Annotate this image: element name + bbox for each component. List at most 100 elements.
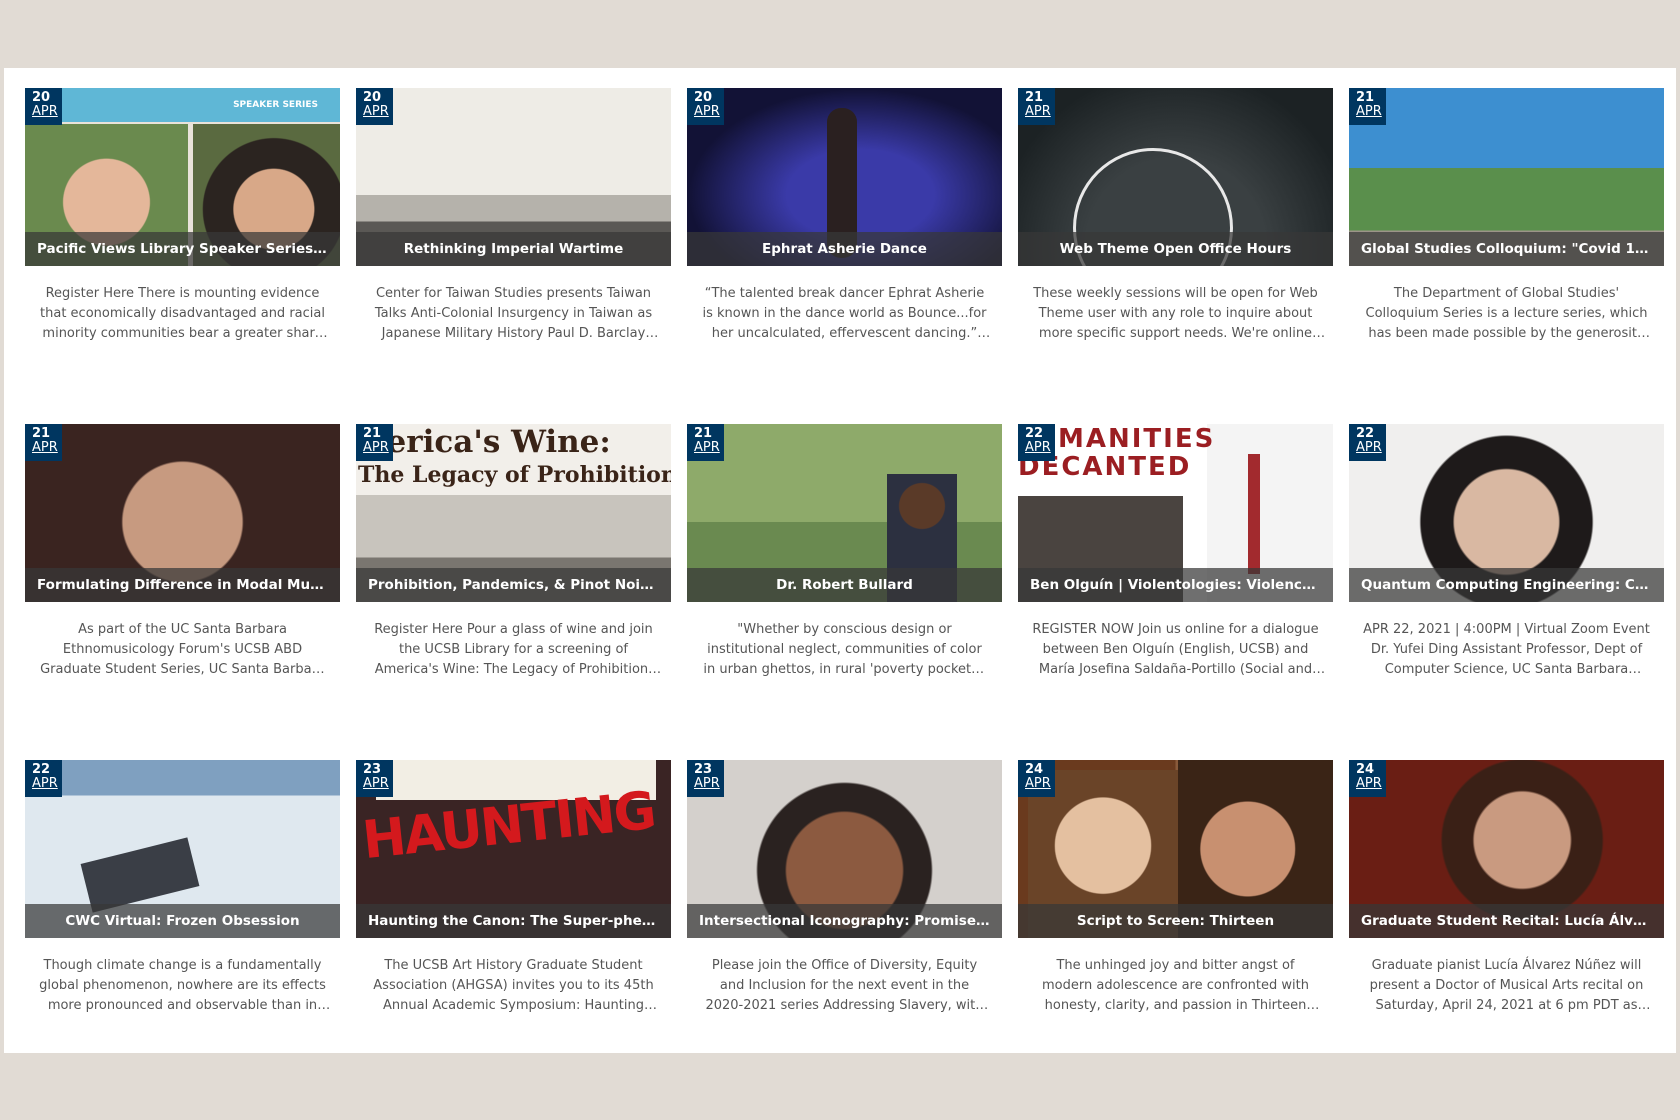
date-badge: 20 APR — [356, 88, 393, 125]
event-title[interactable]: Ephrat Asherie Dance — [687, 232, 1002, 266]
event-title[interactable]: CWC Virtual: Frozen Obsession — [25, 904, 340, 938]
event-title[interactable]: Prohibition, Pandemics, & Pinot Noir: A … — [356, 568, 671, 602]
event-card[interactable]: 24 APR Graduate Student Recital: Lucía Á… — [1349, 760, 1664, 1075]
event-title[interactable]: Pacific Views Library Speaker Series Pre… — [25, 232, 340, 266]
event-card[interactable]: SPEAKER SERIES 20 APR Pacific Views Libr… — [25, 88, 340, 403]
event-description: The Department of Global Studies' Colloq… — [1365, 286, 1648, 341]
event-thumbnail[interactable]: 23 APR Intersectional Iconography: Promi… — [687, 760, 1002, 938]
event-thumbnail[interactable]: 24 APR Graduate Student Recital: Lucía Á… — [1349, 760, 1664, 938]
event-thumbnail[interactable]: HAUNTING 23 APR Haunting the Canon: The … — [356, 760, 671, 938]
date-badge: 24 APR — [1349, 760, 1386, 797]
event-thumbnail[interactable]: 20 APR Ephrat Asherie Dance — [687, 88, 1002, 266]
date-badge: 21 APR — [1018, 88, 1055, 125]
event-description: “The talented break dancer Ephrat Asheri… — [702, 286, 987, 341]
event-image-text: The Legacy of Prohibition — [358, 462, 671, 488]
date-badge: 22 APR — [1018, 424, 1055, 461]
date-badge: 20 APR — [687, 88, 724, 125]
event-description: Though climate change is a fundamentally… — [39, 958, 326, 1013]
date-badge: 21 APR — [25, 424, 62, 461]
date-month: APR — [363, 104, 389, 119]
event-thumbnail[interactable]: 20 APR Rethinking Imperial Wartime — [356, 88, 671, 266]
event-title[interactable]: Web Theme Open Office Hours — [1018, 232, 1333, 266]
events-panel: SPEAKER SERIES 20 APR Pacific Views Libr… — [4, 68, 1676, 1053]
event-description: Register Here There is mounting evidence… — [40, 286, 325, 341]
event-card[interactable]: nerica's Wine: The Legacy of Prohibition… — [356, 424, 671, 739]
date-month: APR — [1356, 104, 1382, 119]
event-thumbnail[interactable]: 21 APR Global Studies Colloquium: "Covid… — [1349, 88, 1664, 266]
event-card[interactable]: 20 APR Rethinking Imperial Wartime Cente… — [356, 88, 671, 403]
event-thumbnail[interactable]: 21 APR Web Theme Open Office Hours — [1018, 88, 1333, 266]
date-day: 22 — [1025, 426, 1044, 441]
date-badge: 21 APR — [1349, 88, 1386, 125]
event-thumbnail[interactable]: nerica's Wine: The Legacy of Prohibition… — [356, 424, 671, 602]
event-description: Graduate pianist Lucía Álvarez Núñez wil… — [1369, 958, 1644, 1013]
date-month: APR — [694, 440, 720, 455]
date-day: 23 — [363, 762, 382, 777]
event-image-text: SPEAKER SERIES — [233, 100, 318, 110]
event-card[interactable]: MANITIES DECANTED 22 APR Ben Olguín | Vi… — [1018, 424, 1333, 739]
event-card[interactable]: 22 APR CWC Virtual: Frozen Obsession Tho… — [25, 760, 340, 1075]
event-description: As part of the UC Santa Barbara Ethnomus… — [40, 622, 325, 677]
event-card[interactable]: 20 APR Ephrat Asherie Dance “The talente… — [687, 88, 1002, 403]
event-card[interactable]: 21 APR Dr. Robert Bullard "Whether by co… — [687, 424, 1002, 739]
events-grid: SPEAKER SERIES 20 APR Pacific Views Libr… — [25, 88, 1664, 1075]
event-thumbnail[interactable]: SPEAKER SERIES 20 APR Pacific Views Libr… — [25, 88, 340, 266]
event-card[interactable]: 21 APR Global Studies Colloquium: "Covid… — [1349, 88, 1664, 403]
event-thumbnail[interactable]: 21 APR Dr. Robert Bullard — [687, 424, 1002, 602]
date-month: APR — [32, 776, 58, 791]
event-description: REGISTER NOW Join us online for a dialog… — [1032, 622, 1319, 677]
date-day: 24 — [1356, 762, 1375, 777]
date-month: APR — [1025, 440, 1051, 455]
date-day: 20 — [363, 90, 382, 105]
date-day: 24 — [1025, 762, 1044, 777]
date-day: 21 — [694, 426, 713, 441]
event-thumbnail[interactable]: 22 APR Quantum Computing Engineering: Ch… — [1349, 424, 1664, 602]
event-card[interactable]: 21 APR Formulating Difference in Modal M… — [25, 424, 340, 739]
event-card[interactable]: 22 APR Quantum Computing Engineering: Ch… — [1349, 424, 1664, 739]
date-day: 21 — [1356, 90, 1375, 105]
event-description: These weekly sessions will be open for W… — [1033, 286, 1318, 341]
date-month: APR — [1356, 776, 1382, 791]
date-day: 23 — [694, 762, 713, 777]
date-month: APR — [694, 776, 720, 791]
event-title[interactable]: Global Studies Colloquium: "Covid 19, AI… — [1349, 232, 1664, 266]
date-badge: 22 APR — [1349, 424, 1386, 461]
event-description: The UCSB Art History Graduate Student As… — [373, 958, 654, 1013]
event-thumbnail[interactable]: MANITIES DECANTED 22 APR Ben Olguín | Vi… — [1018, 424, 1333, 602]
date-badge: 21 APR — [356, 424, 393, 461]
event-title[interactable]: Formulating Difference in Modal Music: T… — [25, 568, 340, 602]
date-day: 21 — [1025, 90, 1044, 105]
event-image-text: nerica's Wine: — [364, 424, 611, 460]
date-month: APR — [363, 440, 389, 455]
event-title[interactable]: Haunting the Canon: The Super-phenomen… — [356, 904, 671, 938]
event-card[interactable]: 23 APR Intersectional Iconography: Promi… — [687, 760, 1002, 1075]
event-title[interactable]: Quantum Computing Engineering: Challen… — [1349, 568, 1664, 602]
date-month: APR — [1025, 776, 1051, 791]
event-title[interactable]: Script to Screen: Thirteen — [1018, 904, 1333, 938]
event-thumbnail[interactable]: 22 APR CWC Virtual: Frozen Obsession — [25, 760, 340, 938]
event-title[interactable]: Intersectional Iconography: Promise, Per… — [687, 904, 1002, 938]
date-month: APR — [363, 776, 389, 791]
event-title[interactable]: Ben Olguín | Violentologies: Violence, I… — [1018, 568, 1333, 602]
date-badge: 21 APR — [687, 424, 724, 461]
event-thumbnail[interactable]: 21 APR Formulating Difference in Modal M… — [25, 424, 340, 602]
event-title[interactable]: Graduate Student Recital: Lucía Álvarez … — [1349, 904, 1664, 938]
event-thumbnail[interactable]: 24 APR Script to Screen: Thirteen — [1018, 760, 1333, 938]
event-description: The unhinged joy and bitter angst of mod… — [1042, 958, 1309, 1013]
event-image-text: MANITIES — [1058, 424, 1216, 454]
event-card[interactable]: HAUNTING 23 APR Haunting the Canon: The … — [356, 760, 671, 1075]
date-badge: 20 APR — [25, 88, 62, 125]
date-badge: 23 APR — [687, 760, 724, 797]
event-card[interactable]: 24 APR Script to Screen: Thirteen The un… — [1018, 760, 1333, 1075]
date-day: 20 — [694, 90, 713, 105]
event-description: "Whether by conscious design or institut… — [703, 622, 986, 677]
date-badge: 23 APR — [356, 760, 393, 797]
event-title[interactable]: Rethinking Imperial Wartime — [356, 232, 671, 266]
event-card[interactable]: 21 APR Web Theme Open Office Hours These… — [1018, 88, 1333, 403]
event-description: Please join the Office of Diversity, Equ… — [705, 958, 984, 1013]
event-title[interactable]: Dr. Robert Bullard — [687, 568, 1002, 602]
date-month: APR — [1356, 440, 1382, 455]
event-description: Register Here Pour a glass of wine and j… — [374, 622, 653, 677]
event-description: Center for Taiwan Studies presents Taiwa… — [374, 286, 653, 341]
event-description: APR 22, 2021 | 4:00PM | Virtual Zoom Eve… — [1363, 622, 1650, 677]
